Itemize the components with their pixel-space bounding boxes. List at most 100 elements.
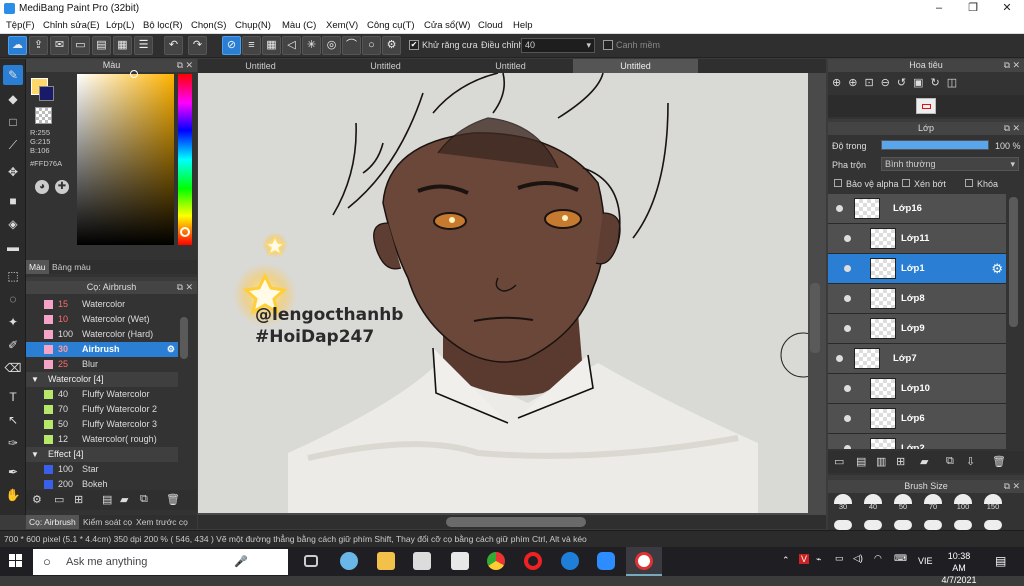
vivaldi-tray-icon[interactable]: V [799, 554, 810, 564]
eye-icon[interactable] [844, 325, 851, 332]
zoom-out-icon[interactable]: ⊖ [881, 77, 897, 89]
bluetooth-tray-icon[interactable]: ⌁ [816, 554, 821, 565]
hue-slider[interactable] [178, 74, 192, 245]
grid-doc-icon[interactable]: ▦ [113, 36, 132, 55]
tab-untitled-3[interactable]: Untitled [448, 59, 573, 73]
brush-item[interactable]: 70 Fluffy Watercolor 2 [26, 402, 178, 417]
line-tool-icon[interactable]: ⟋ [3, 135, 23, 155]
settings-snap-icon[interactable]: ⚙ [382, 36, 401, 55]
document-icon[interactable]: ▤ [92, 36, 111, 55]
magic-wand-icon[interactable]: ✦ [3, 312, 23, 332]
trash-icon[interactable]: 🗑 [992, 455, 1006, 468]
undo-icon[interactable]: ↶ [164, 36, 183, 55]
brush-item[interactable]: 15 Watercolor [26, 297, 178, 312]
brush-item[interactable]: 30 Airbrush ⚙ [26, 342, 178, 357]
add-brush-icon[interactable]: ⊞ [74, 493, 83, 506]
eye-icon[interactable] [844, 265, 851, 272]
tab-untitled-2[interactable]: Untitled [323, 59, 448, 73]
menu-tools[interactable]: Công cụ(T) [367, 20, 415, 31]
list-icon[interactable]: ☰ [134, 36, 153, 55]
palette-add-icon[interactable]: ✚ [55, 180, 69, 194]
lock-checkbox[interactable] [965, 179, 973, 187]
eye-icon[interactable] [844, 445, 851, 449]
merge-down-icon[interactable]: ⇩ [966, 455, 975, 468]
tab-color[interactable]: Màu [26, 260, 49, 274]
paint-app-icon[interactable] [340, 552, 358, 570]
canvas-vscrollbar[interactable] [810, 283, 820, 353]
brush-size-row2[interactable] [984, 520, 1002, 530]
flip-icon[interactable]: ◫ [947, 77, 964, 89]
store-icon[interactable] [451, 552, 469, 570]
language-indicator[interactable]: VIE [918, 556, 933, 566]
menu-capture[interactable]: Chụp(N) [235, 20, 271, 31]
rect-tool-icon[interactable]: □ [3, 112, 23, 132]
notification-icon[interactable]: ▤ [995, 554, 1006, 568]
brush-group-header[interactable]: ▼ Effect [4] [26, 447, 178, 462]
radial-snap-icon[interactable]: ✳ [302, 36, 321, 55]
brush-item[interactable]: 25 Blur [26, 357, 178, 372]
menu-select[interactable]: Chọn(S) [191, 20, 226, 31]
hue-cursor[interactable] [180, 227, 190, 237]
new-layer-icon[interactable]: ▭ [834, 455, 844, 468]
drawing-canvas[interactable]: @lengocthanhb #HoiDap247 [198, 73, 808, 513]
redo-icon[interactable]: ↷ [188, 36, 207, 55]
layer-settings-icon[interactable]: ⚙ [991, 261, 1003, 277]
file-explorer-icon[interactable] [377, 552, 395, 570]
tab-palette[interactable]: Bảng màu [52, 262, 91, 272]
eye-icon[interactable] [844, 385, 851, 392]
new-brush-icon[interactable]: ▭ [54, 493, 64, 506]
battery-icon[interactable]: ▭ [835, 553, 844, 564]
folder-icon[interactable]: ▰ [120, 493, 128, 506]
layer-row[interactable]: Lớp1 ⚙ [828, 254, 1006, 284]
select-tool-icon[interactable]: ⬚ [3, 266, 23, 286]
float-icon[interactable]: ⧉ [1004, 480, 1010, 493]
tab-untitled-1[interactable]: Untitled [198, 59, 323, 73]
eyedropper-tool-icon[interactable]: ✒ [3, 462, 23, 482]
layer-list-scrollbar[interactable] [1009, 197, 1018, 327]
minimize-button[interactable]: – [922, 0, 956, 17]
brush-item[interactable]: 200 Bokeh [26, 477, 178, 490]
smooth-checkbox[interactable] [603, 40, 613, 50]
add-layer-menu-icon[interactable]: ⊞ [896, 455, 905, 468]
brush-size-row2[interactable] [894, 520, 912, 530]
menu-cloud[interactable]: Cloud [478, 20, 503, 31]
task-view-icon[interactable] [304, 555, 318, 567]
tray-chevron-icon[interactable]: ⌃ [782, 555, 790, 566]
brush-item[interactable]: 10 Watercolor (Wet) [26, 312, 178, 327]
close-icon[interactable]: ✕ [185, 281, 193, 294]
new-halftone-layer-icon[interactable]: ▤ [856, 455, 866, 468]
operation-tool-icon[interactable]: ↖ [3, 410, 23, 430]
comment-icon[interactable]: ✉ [50, 36, 69, 55]
lasso-tool-icon[interactable]: ◌ [3, 289, 23, 309]
edge-icon[interactable] [561, 552, 579, 570]
layer-row[interactable]: Lớp10 [828, 374, 1006, 404]
brush-item[interactable]: 40 Fluffy Watercolor [26, 387, 178, 402]
microphone-icon[interactable]: 🎤 [234, 549, 248, 575]
volume-icon[interactable]: ◁) [853, 553, 863, 564]
zoom-in-alt-icon[interactable]: ⊕ [848, 77, 864, 89]
brush-settings-icon[interactable]: ⚙ [32, 493, 42, 506]
dropper-tool-icon[interactable]: ✑ [3, 433, 23, 453]
alpha-protect-checkbox[interactable] [834, 179, 842, 187]
layer-row[interactable]: Lớp7 [828, 344, 1006, 374]
brush-list-scrollbar[interactable] [180, 317, 188, 359]
menu-view[interactable]: Xem(V) [326, 20, 358, 31]
brush-size-row2[interactable] [924, 520, 942, 530]
snap-off-icon[interactable]: ⊘ [222, 36, 241, 55]
move-tool-icon[interactable]: ✥ [3, 162, 23, 182]
brush-item[interactable]: 50 Fluffy Watercolor 3 [26, 417, 178, 432]
canvas-area[interactable]: @lengocthanhb #HoiDap247 [198, 73, 826, 515]
clock[interactable]: 10:38 AM 4/7/2021 [940, 550, 978, 586]
eye-icon[interactable] [836, 205, 843, 212]
select-eraser-icon[interactable]: ⌫ [3, 358, 23, 378]
gradient-tool-icon[interactable]: ▬ [3, 237, 23, 257]
brush-item[interactable]: 100 Watercolor (Hard) [26, 327, 178, 342]
mail-icon[interactable] [413, 552, 431, 570]
message-icon[interactable]: ▭ [71, 36, 90, 55]
new-8bit-layer-icon[interactable]: ▥ [876, 455, 886, 468]
trash-icon[interactable]: 🗑 [166, 493, 180, 506]
eye-icon[interactable] [844, 235, 851, 242]
duplicate-icon[interactable]: ⧉ [140, 493, 148, 506]
maximize-button[interactable]: ❐ [956, 0, 990, 17]
blend-select[interactable]: Bình thường ▾ [881, 157, 1019, 171]
